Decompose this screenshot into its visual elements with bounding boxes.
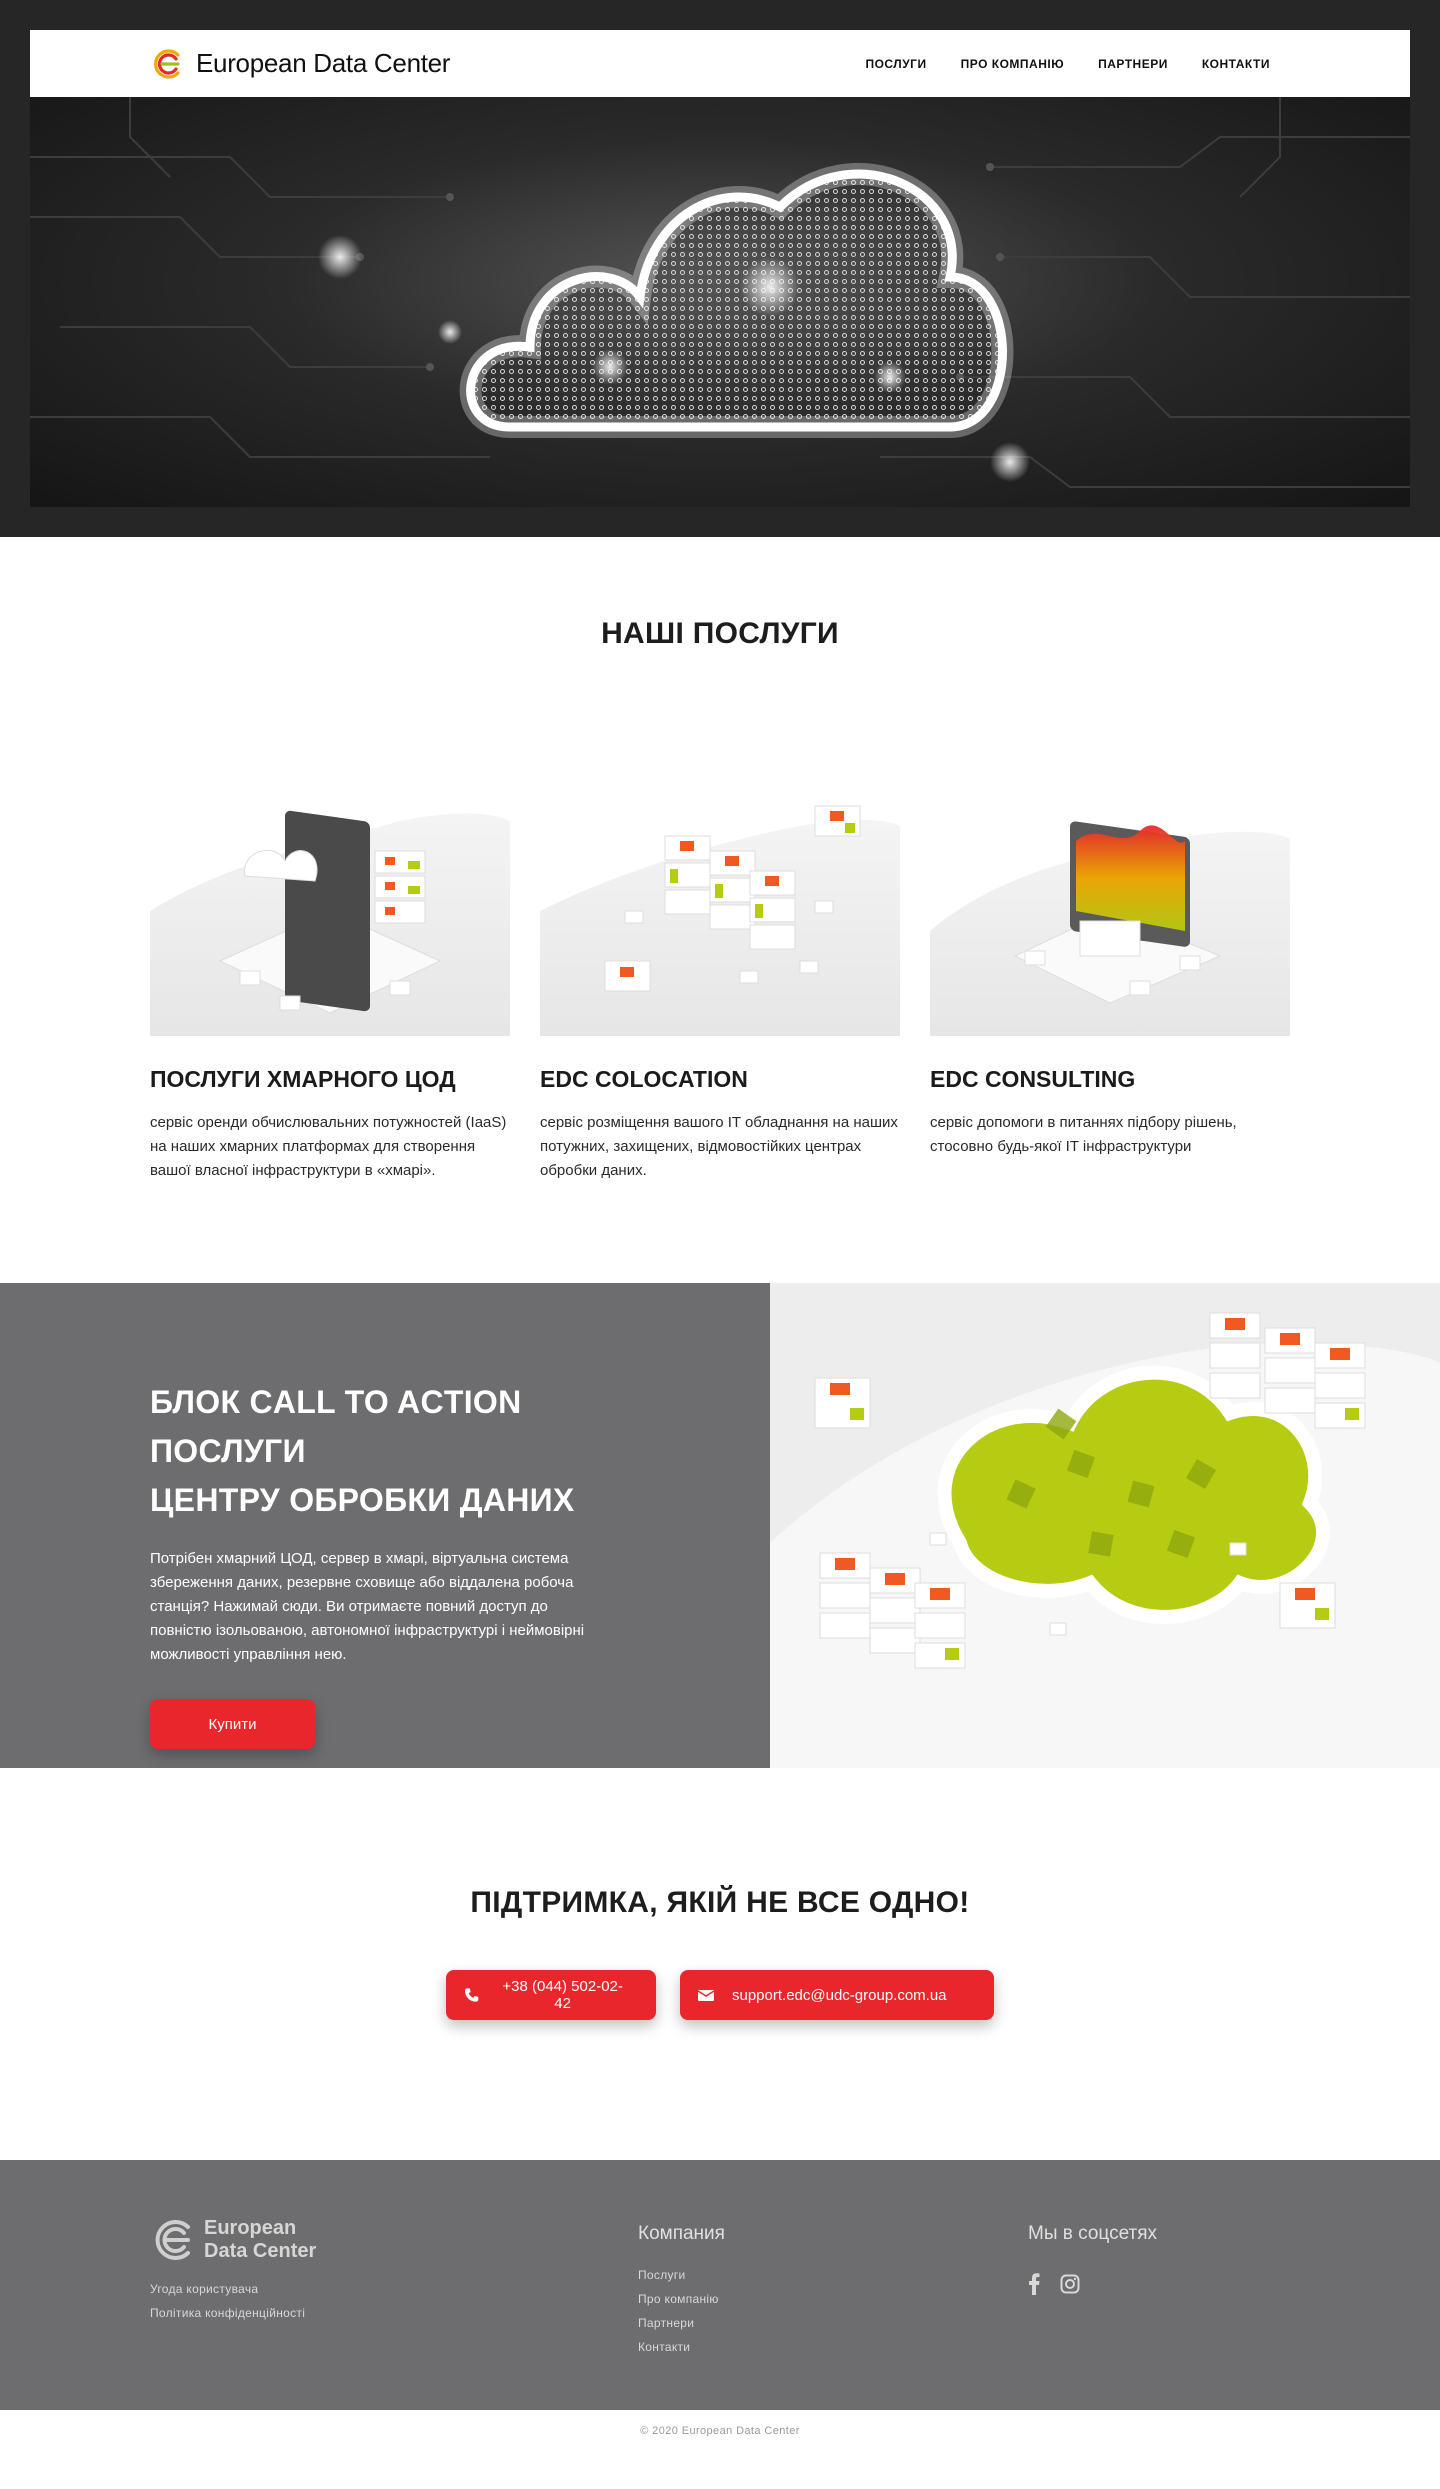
cta-section: БЛОК CALL TO ACTION ПОСЛУГИ ЦЕНТРУ ОБРОБ… xyxy=(0,1283,1440,1768)
nav-item-services[interactable]: ПОСЛУГИ xyxy=(865,57,926,71)
hero-banner xyxy=(30,97,1410,507)
footer-link-services[interactable]: Послуги xyxy=(638,2263,1028,2287)
email-button[interactable]: support.edc@udc-group.com.ua xyxy=(680,1970,994,2020)
top-navbar: European Data Center ПОСЛУГИ ПРО КОМПАНІ… xyxy=(30,30,1410,97)
edc-logo-icon xyxy=(154,48,180,79)
social-heading: Мы в соцсетях xyxy=(1028,2223,1158,2244)
footer-brand-name: European Data Center xyxy=(204,2217,316,2263)
footer-brand-column: European Data Center Угода користувача П… xyxy=(150,2217,638,2410)
hero-section: European Data Center ПОСЛУГИ ПРО КОМПАНІ… xyxy=(0,0,1440,537)
footer-brand-line1: European xyxy=(204,2217,297,2239)
service-card-consulting[interactable]: EDC CONSULTING сервіс допомоги в питання… xyxy=(930,781,1290,1183)
terms-link[interactable]: Угода користувача xyxy=(150,2277,638,2301)
footer-link-contacts[interactable]: Контакти xyxy=(638,2335,1028,2359)
cta-illustration xyxy=(770,1283,1440,1768)
nav-menu: ПОСЛУГИ ПРО КОМПАНІЮ ПАРТНЕРИ КОНТАКТИ xyxy=(865,57,1270,71)
footer: European Data Center Угода користувача П… xyxy=(0,2160,1440,2410)
services-cards: ПОСЛУГИ ХМАРНОГО ЦОД сервіс оренди обчис… xyxy=(150,781,1290,1183)
service-card-colocation[interactable]: EDC COLOCATION сервіс розміщення вашого … xyxy=(540,781,900,1183)
footer-brand-line2: Data Center xyxy=(204,2240,317,2262)
nav-item-partners[interactable]: ПАРТНЕРИ xyxy=(1098,57,1168,71)
edc-logo-icon xyxy=(155,2220,190,2260)
legal-links: Угода користувача Політика конфіденційно… xyxy=(150,2277,638,2325)
cta-text: Потрібен хмарний ЦОД, сервер в хмарі, ві… xyxy=(150,1550,585,1663)
service-card-text: сервіс допомоги в питаннях підбору рішен… xyxy=(930,1114,1237,1155)
support-section: ПІДТРИМКА, ЯКІЙ НЕ ВСЕ ОДНО! +38 (044) 5… xyxy=(0,1768,1440,2160)
company-heading: Компания xyxy=(638,2223,725,2244)
cta-content: БЛОК CALL TO ACTION ПОСЛУГИ ЦЕНТРУ ОБРОБ… xyxy=(0,1283,770,1768)
footer-company-column: Компания Послуги Про компанію Партнери К… xyxy=(638,2217,1028,2410)
support-title: ПІДТРИМКА, ЯКІЙ НЕ ВСЕ ОДНО! xyxy=(470,1886,970,1919)
consulting-service-image xyxy=(930,781,1290,1036)
buy-button[interactable]: Купити xyxy=(150,1699,315,1749)
cta-title-line2: ЦЕНТРУ ОБРОБКИ ДАНИХ xyxy=(150,1482,575,1518)
company-links: Послуги Про компанію Партнери Контакти xyxy=(638,2263,1028,2359)
phone-button[interactable]: +38 (044) 502-02-42 xyxy=(446,1970,656,2020)
cta-title-line1: БЛОК CALL TO ACTION ПОСЛУГИ xyxy=(150,1384,522,1469)
privacy-link[interactable]: Політика конфіденційності xyxy=(150,2301,638,2325)
service-card-title: ПОСЛУГИ ХМАРНОГО ЦОД xyxy=(150,1066,456,1092)
circuit-cloud-illustration xyxy=(30,97,1410,488)
phone-icon xyxy=(464,1988,479,2002)
service-card-text: сервіс розміщення вашого IT обладнання н… xyxy=(540,1114,898,1179)
footer-logo[interactable]: European Data Center xyxy=(150,2217,638,2263)
nav-item-contacts[interactable]: КОНТАКТИ xyxy=(1202,57,1270,71)
envelope-icon xyxy=(698,1990,714,2001)
nav-item-about[interactable]: ПРО КОМПАНІЮ xyxy=(961,57,1064,71)
instagram-icon[interactable] xyxy=(1060,2274,1080,2294)
service-card-title: EDC COLOCATION xyxy=(540,1066,748,1092)
copyright: © 2020 European Data Center xyxy=(640,2425,800,2437)
brand-name: European Data Center xyxy=(196,48,451,78)
colocation-service-image xyxy=(540,781,900,1036)
service-card-cloud[interactable]: ПОСЛУГИ ХМАРНОГО ЦОД сервіс оренди обчис… xyxy=(150,781,510,1183)
phone-number: +38 (044) 502-02-42 xyxy=(502,1978,623,2012)
services-title: НАШІ ПОСЛУГИ xyxy=(601,617,839,650)
support-buttons: +38 (044) 502-02-42 support.edc@udc-grou… xyxy=(0,1970,1440,2020)
footer-link-partners[interactable]: Партнери xyxy=(638,2311,1028,2335)
services-section: НАШІ ПОСЛУГИ ПОСЛУГИ ХМАРНОГО ЦОД сервіс… xyxy=(0,537,1440,1283)
cloud-service-image xyxy=(150,781,510,1036)
facebook-icon[interactable] xyxy=(1028,2273,1040,2295)
social-icons xyxy=(1028,2273,1157,2295)
service-card-title: EDC CONSULTING xyxy=(930,1066,1136,1092)
footer-link-about[interactable]: Про компанію xyxy=(638,2287,1028,2311)
cta-title: БЛОК CALL TO ACTION ПОСЛУГИ ЦЕНТРУ ОБРОБ… xyxy=(150,1378,650,1525)
brand-logo[interactable]: European Data Center xyxy=(150,47,450,81)
email-address: support.edc@udc-group.com.ua xyxy=(732,1986,947,2004)
service-card-text: сервіс оренди обчислювальних потужностей… xyxy=(150,1114,507,1179)
footer-social-column: Мы в соцсетях xyxy=(1028,2217,1157,2410)
